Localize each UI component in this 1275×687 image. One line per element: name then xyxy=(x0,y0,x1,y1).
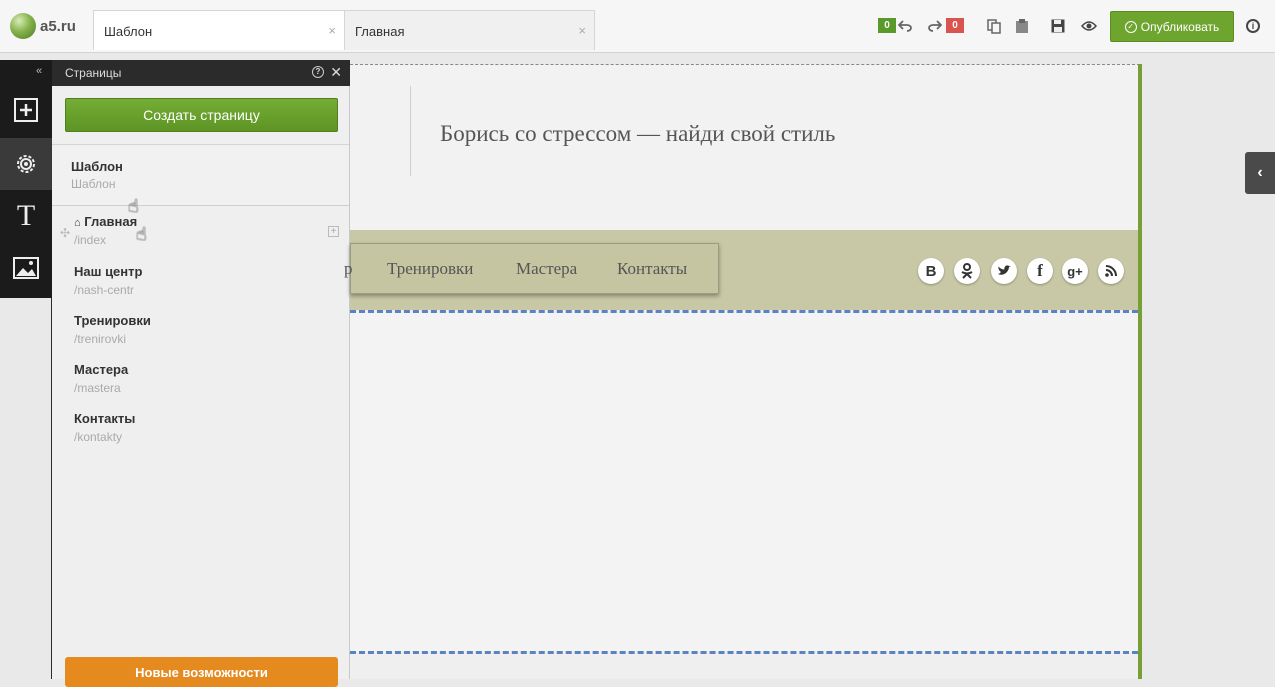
redo-count-badge: 0 xyxy=(946,18,964,33)
template-url: Шаблон xyxy=(71,177,116,191)
logo-text: a5.ru xyxy=(40,17,76,35)
pointer-cursor-icon: ☝ xyxy=(128,196,139,216)
tab-home[interactable]: Главная × xyxy=(344,10,595,50)
canvas-top-border xyxy=(350,64,1140,65)
menu-item-kontakty[interactable]: Контакты xyxy=(617,259,687,279)
save-icon[interactable] xyxy=(1051,19,1065,36)
menu-item-partial[interactable]: р xyxy=(344,259,353,279)
chevron-left-icon: ‹ xyxy=(1257,164,1263,181)
tool-settings[interactable] xyxy=(0,138,52,190)
google-plus-icon[interactable]: g+ xyxy=(1062,258,1088,284)
undo-icon[interactable] xyxy=(897,19,912,35)
rss-icon[interactable] xyxy=(1098,258,1124,284)
site-slogan[interactable]: Борись со стрессом — найди свой стиль xyxy=(440,121,835,147)
canvas-right-edge xyxy=(1138,64,1142,679)
pages-panel: « Страницы ? ✕ Создать страницу Шаблон Ш… xyxy=(36,60,350,687)
tab-label: Шаблон xyxy=(104,24,153,39)
panel-title: Страницы xyxy=(65,66,122,80)
vk-icon[interactable]: В xyxy=(918,258,944,284)
tool-image[interactable] xyxy=(0,242,52,294)
site-header[interactable] xyxy=(350,65,1138,230)
info-icon[interactable]: i xyxy=(1246,19,1260,33)
preview-eye-icon[interactable] xyxy=(1081,19,1097,35)
tab-close-icon[interactable]: × xyxy=(328,23,336,38)
page-name: Мастера xyxy=(74,362,129,377)
globe-logo-icon xyxy=(10,13,36,39)
page-url: /trenirovki xyxy=(74,332,127,346)
panel-header: « Страницы ? ✕ xyxy=(36,60,350,86)
page-item-kontakty[interactable]: Контакты /kontakty xyxy=(74,411,135,444)
publish-label: Опубликовать xyxy=(1140,19,1220,34)
tool-text[interactable]: T xyxy=(0,190,52,242)
redo-icon[interactable] xyxy=(928,19,943,35)
gear-icon xyxy=(17,155,35,173)
create-page-button[interactable]: Создать страницу xyxy=(65,98,338,132)
tab-template[interactable]: Шаблон × xyxy=(93,10,345,50)
logo[interactable]: a5.ru xyxy=(10,13,76,39)
check-circle-icon: ✓ xyxy=(1124,20,1137,33)
home-icon: ⌂ xyxy=(74,217,81,229)
page-name: Наш центр xyxy=(74,264,143,279)
image-icon xyxy=(13,257,39,279)
page-item-mastera[interactable]: Мастера /mastera xyxy=(74,362,128,395)
page-item-nash-centr[interactable]: Наш центр /nash-centr xyxy=(74,264,142,297)
add-subpage-icon[interactable]: + xyxy=(328,226,339,237)
page-url: /kontakty xyxy=(74,430,123,444)
template-name: Шаблон xyxy=(71,159,123,174)
tab-close-icon[interactable]: × xyxy=(578,23,586,38)
undo-count-badge: 0 xyxy=(878,18,896,33)
copy-icon[interactable] xyxy=(987,19,1001,37)
tab-label: Главная xyxy=(355,24,405,39)
add-square-icon xyxy=(14,98,38,122)
collapse-panel-icon[interactable]: « xyxy=(36,65,42,77)
template-item[interactable]: Шаблон Шаблон xyxy=(52,144,349,206)
page-url: /nash-centr xyxy=(74,283,135,297)
right-panel-toggle[interactable]: ‹ xyxy=(1245,152,1275,194)
page-item-home[interactable]: ⌂ Главная /index xyxy=(74,214,137,247)
odnoklassniki-icon[interactable] xyxy=(954,258,980,284)
publish-button[interactable]: ✓ Опубликовать xyxy=(1110,11,1234,42)
twitter-icon[interactable] xyxy=(991,258,1017,284)
page-item-trenirovki[interactable]: Тренировки /trenirovki xyxy=(74,313,151,346)
pointer-cursor-icon: ☝ xyxy=(136,224,147,244)
page-name: Тренировки xyxy=(74,313,151,328)
page-url: /index xyxy=(74,233,107,247)
facebook-icon[interactable]: f xyxy=(1027,258,1053,284)
tool-strip: T xyxy=(0,60,52,298)
content-block[interactable] xyxy=(350,313,1138,651)
menu-item-trenirovki[interactable]: Тренировки xyxy=(387,259,473,279)
drag-handle-icon[interactable]: ✣ xyxy=(60,226,70,240)
new-features-button[interactable]: Новые возможности xyxy=(65,657,338,687)
close-panel-icon[interactable]: ✕ xyxy=(330,64,342,81)
top-toolbar: a5.ru Шаблон × Главная × 0 0 ✓ Опубликов… xyxy=(0,0,1275,53)
text-t-icon: T xyxy=(16,199,36,232)
paste-icon[interactable] xyxy=(1015,19,1029,37)
help-icon[interactable]: ? xyxy=(312,66,324,78)
page-name: Контакты xyxy=(74,411,136,426)
tool-add-block[interactable] xyxy=(0,84,52,136)
menu-item-mastera[interactable]: Мастера xyxy=(516,259,577,279)
header-divider xyxy=(410,86,411,176)
block-divider-bottom xyxy=(350,651,1138,654)
page-url: /mastera xyxy=(74,381,121,395)
